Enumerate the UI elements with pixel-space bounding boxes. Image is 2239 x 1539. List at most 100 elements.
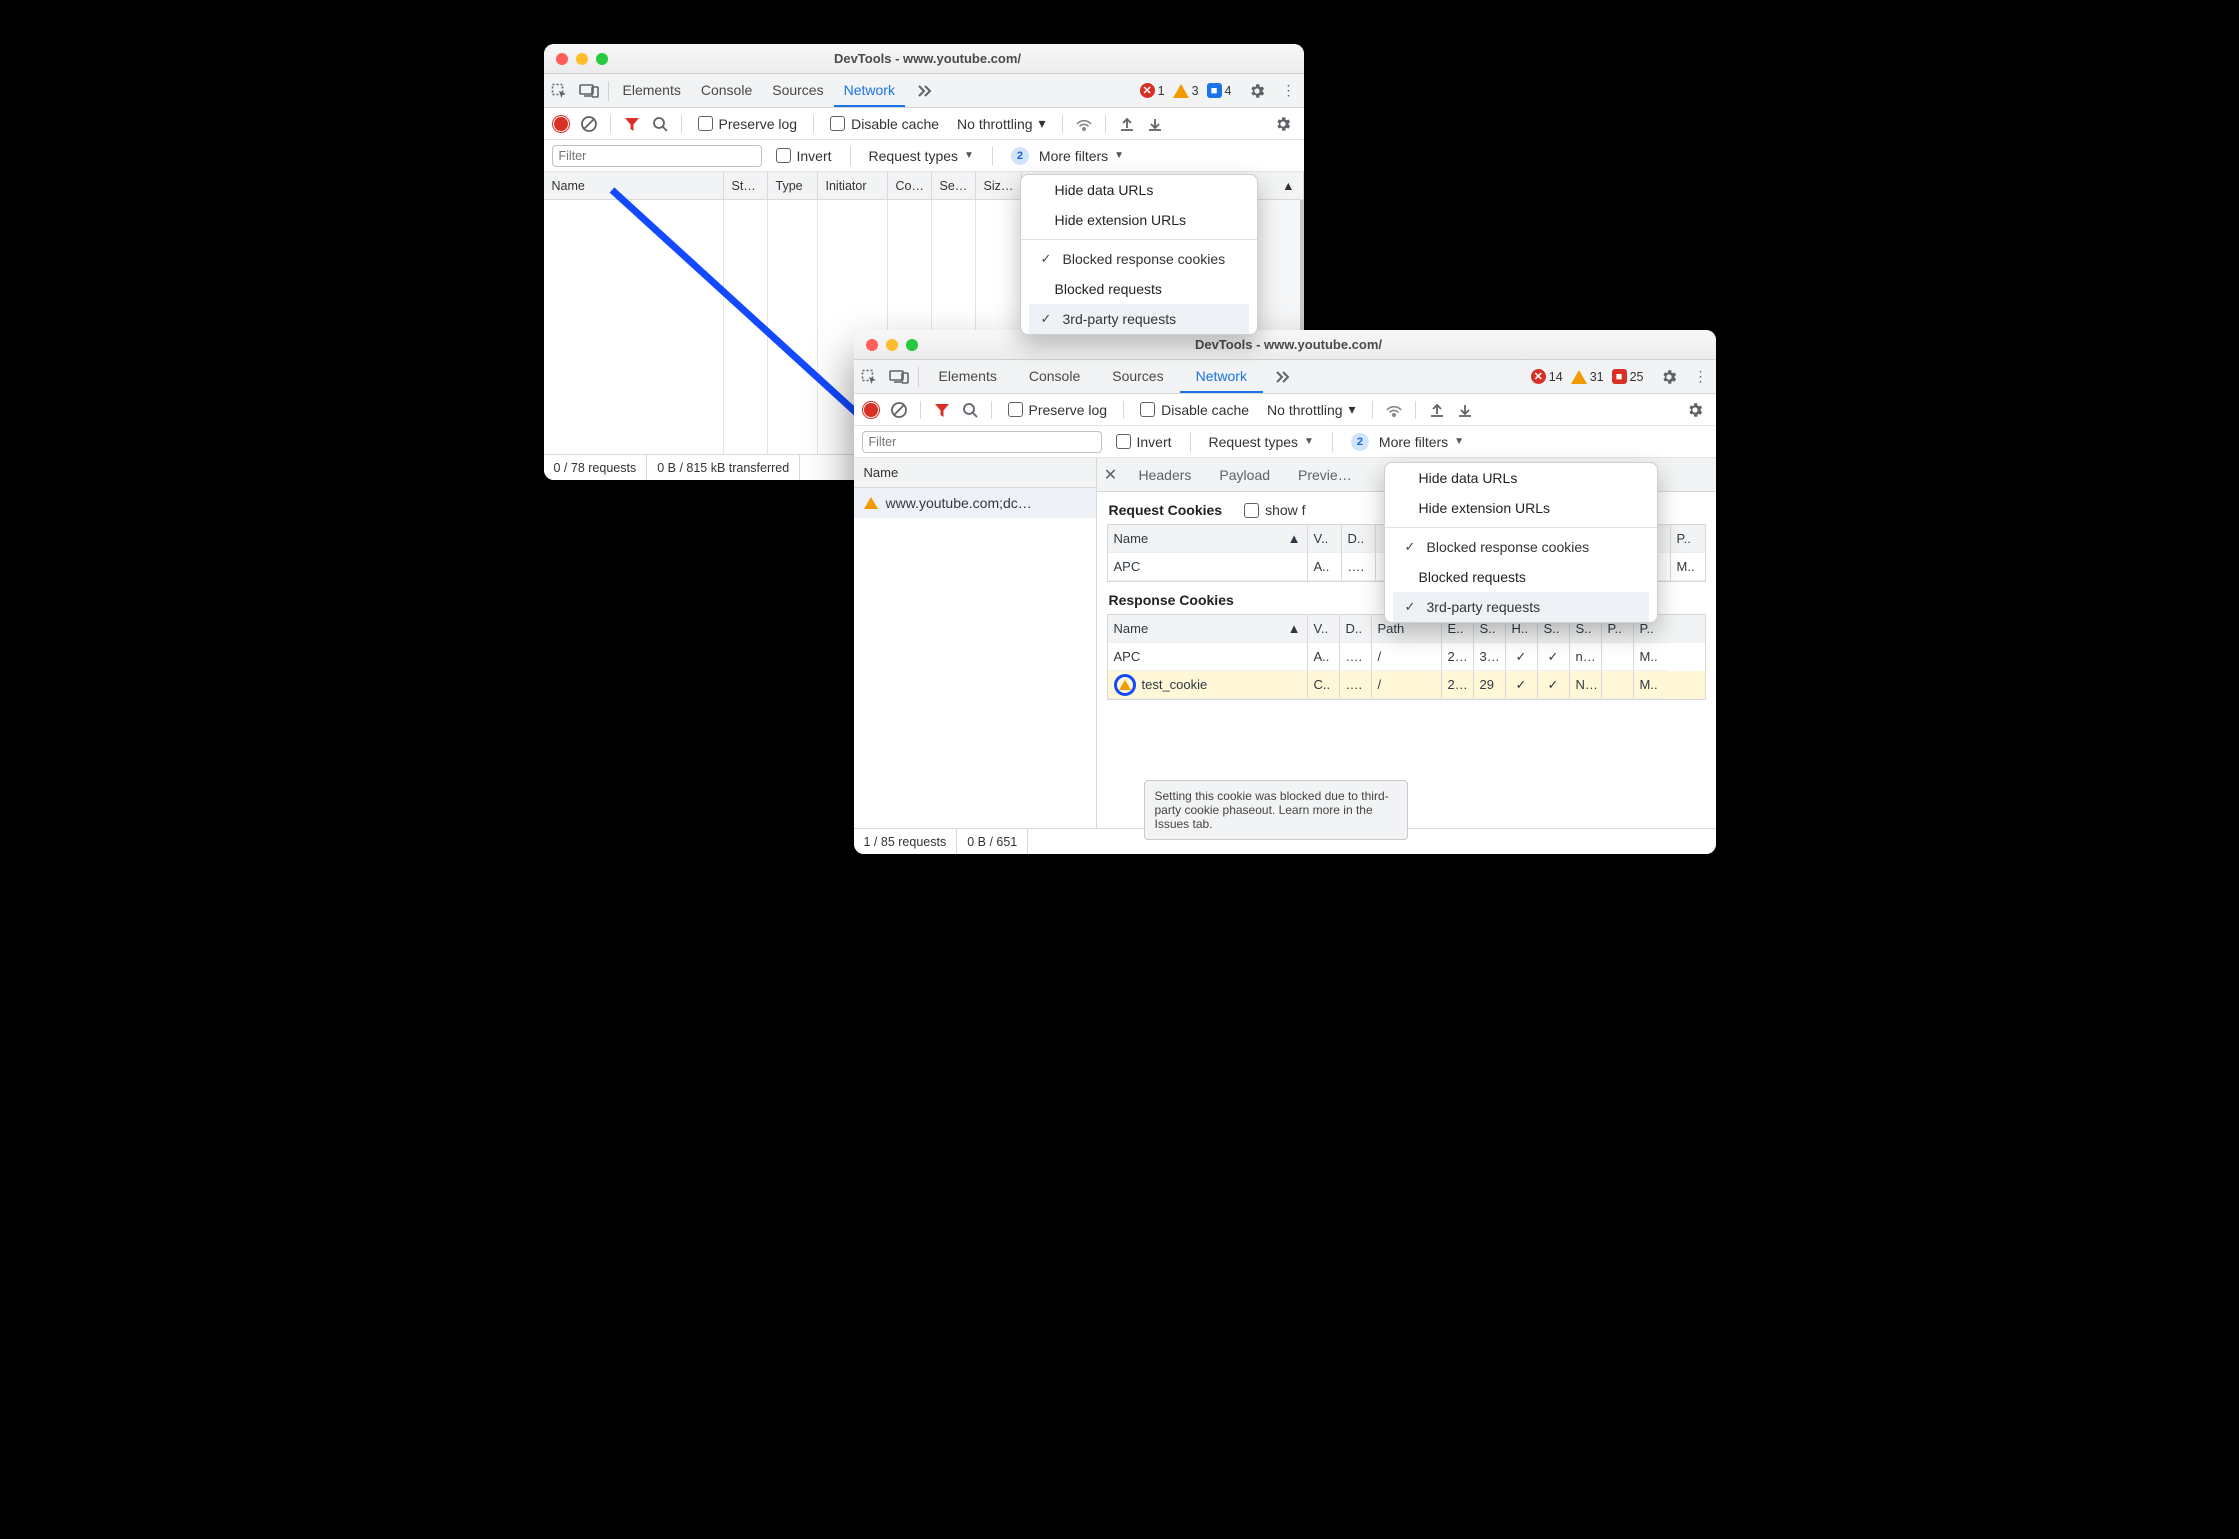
tab-preview[interactable]: Previe… xyxy=(1284,458,1366,491)
table-row-blocked[interactable]: test_cookie C.. …. / 2… 29 ✓ ✓ N… M.. xyxy=(1108,671,1705,699)
tab-network[interactable]: Network xyxy=(1180,360,1263,393)
inspect-icon[interactable] xyxy=(544,74,574,107)
tab-elements[interactable]: Elements xyxy=(923,360,1013,393)
close-detail-icon[interactable]: ✕ xyxy=(1097,465,1125,485)
show-filtered[interactable]: show f xyxy=(1244,502,1305,518)
more-filters[interactable]: 2 More filters▼ xyxy=(1011,147,1124,165)
device-toolbar-icon[interactable] xyxy=(884,360,914,393)
tab-headers[interactable]: Headers xyxy=(1125,458,1206,491)
request-types[interactable]: Request types▼ xyxy=(869,148,974,164)
close-icon[interactable] xyxy=(556,53,568,65)
issues-info[interactable]: ■25 xyxy=(1612,369,1644,384)
invert[interactable]: Invert xyxy=(776,148,832,164)
cookie-blocked-tooltip: Setting this cookie was blocked due to t… xyxy=(1144,780,1408,840)
col-type[interactable]: Type xyxy=(768,172,818,199)
device-toolbar-icon[interactable] xyxy=(574,74,604,107)
preserve-log[interactable]: Preserve log xyxy=(1008,402,1108,418)
filterbar: Invert Request types▼ 2 More filters▼ xyxy=(854,426,1716,458)
menu-blocked-requests[interactable]: Blocked requests xyxy=(1385,562,1657,592)
invert[interactable]: Invert xyxy=(1116,434,1172,450)
record-button[interactable] xyxy=(548,111,574,137)
col-size[interactable]: Siz… xyxy=(976,172,1022,199)
request-types[interactable]: Request types▼ xyxy=(1209,434,1314,450)
menu-blocked-response-cookies[interactable]: Blocked response cookies xyxy=(1393,532,1649,562)
minimize-icon[interactable] xyxy=(886,339,898,351)
more-icon[interactable]: ⋮ xyxy=(1686,360,1716,393)
record-button[interactable] xyxy=(858,397,884,423)
request-row-label: www.youtube.com;dc… xyxy=(886,495,1032,511)
issues-info[interactable]: ■ 4 xyxy=(1207,83,1232,98)
menu-blocked-response-cookies[interactable]: Blocked response cookies xyxy=(1029,244,1249,274)
zoom-icon[interactable] xyxy=(906,339,918,351)
settings-icon[interactable] xyxy=(1240,74,1274,107)
clear-button[interactable] xyxy=(886,397,912,423)
filter-input-wrapper xyxy=(552,145,762,167)
col-status[interactable]: St… xyxy=(724,172,768,199)
more-icon[interactable]: ⋮ xyxy=(1274,74,1304,107)
col-se[interactable]: Se… xyxy=(932,172,976,199)
throttling[interactable]: No throttling▾ xyxy=(957,115,1046,132)
network-settings-icon[interactable] xyxy=(1266,115,1300,133)
status-requests: 0 / 78 requests xyxy=(544,455,648,480)
network-conditions-icon[interactable] xyxy=(1381,397,1407,423)
preserve-log[interactable]: Preserve log xyxy=(698,116,798,132)
search-icon[interactable] xyxy=(957,397,983,423)
network-settings-icon[interactable] xyxy=(1678,401,1712,419)
menu-blocked-requests[interactable]: Blocked requests xyxy=(1021,274,1257,304)
request-row[interactable]: www.youtube.com;dc… xyxy=(854,488,1096,518)
table-row[interactable]: APC A.. …. / 2… 3… ✓ ✓ n… M.. xyxy=(1108,643,1705,671)
col-name[interactable]: Name xyxy=(544,172,724,199)
tab-payload[interactable]: Payload xyxy=(1205,458,1284,491)
settings-icon[interactable] xyxy=(1652,360,1686,393)
status-requests: 1 / 85 requests xyxy=(854,829,958,854)
menu-hide-data-urls[interactable]: Hide data URLs xyxy=(1385,463,1657,493)
tab-console[interactable]: Console xyxy=(1013,360,1096,393)
clear-button[interactable] xyxy=(576,111,602,137)
filter-icon[interactable] xyxy=(929,397,955,423)
filter-input[interactable] xyxy=(552,145,762,167)
tab-overflow[interactable] xyxy=(1263,360,1301,393)
response-cookies-table: Name▲ V.. D.. Path E.. S.. H.. S.. S.. P… xyxy=(1107,614,1706,700)
menu-hide-data-urls[interactable]: Hide data URLs xyxy=(1021,175,1257,205)
menu-hide-ext-urls[interactable]: Hide extension URLs xyxy=(1021,205,1257,235)
issues-errors[interactable]: ✕ 1 xyxy=(1140,83,1165,98)
filter-icon[interactable] xyxy=(619,111,645,137)
tab-elements[interactable]: Elements xyxy=(613,74,691,107)
tab-overflow[interactable] xyxy=(905,74,943,107)
filter-input[interactable] xyxy=(862,431,1102,453)
col-initiator[interactable]: Initiator xyxy=(818,172,888,199)
issues-warnings[interactable]: 31 xyxy=(1571,370,1604,384)
more-filters-menu: Hide data URLs Hide extension URLs Block… xyxy=(1384,462,1658,623)
minimize-icon[interactable] xyxy=(576,53,588,65)
warning-icon xyxy=(1119,680,1131,690)
disable-cache[interactable]: Disable cache xyxy=(1140,402,1249,418)
upload-har-icon[interactable] xyxy=(1114,111,1140,137)
issues-warnings[interactable]: 3 xyxy=(1173,84,1199,98)
download-har-icon[interactable] xyxy=(1452,397,1478,423)
zoom-icon[interactable] xyxy=(596,53,608,65)
network-toolbar: Preserve log Disable cache No throttling… xyxy=(854,394,1716,426)
tab-console[interactable]: Console xyxy=(691,74,762,107)
issues-errors[interactable]: ✕14 xyxy=(1531,369,1563,384)
close-icon[interactable] xyxy=(866,339,878,351)
tab-sources[interactable]: Sources xyxy=(1096,360,1179,393)
search-icon[interactable] xyxy=(647,111,673,137)
disable-cache[interactable]: Disable cache xyxy=(830,116,939,132)
tab-network[interactable]: Network xyxy=(834,74,905,107)
window-title: DevTools - www.youtube.com/ xyxy=(608,51,1304,66)
titlebar: DevTools - www.youtube.com/ xyxy=(544,44,1304,74)
network-conditions-icon[interactable] xyxy=(1071,111,1097,137)
download-har-icon[interactable] xyxy=(1142,111,1168,137)
col-co[interactable]: Co… xyxy=(888,172,932,199)
more-filters-menu: Hide data URLs Hide extension URLs Block… xyxy=(1020,174,1258,335)
more-filters[interactable]: 2 More filters▼ xyxy=(1351,433,1464,451)
menu-hide-ext-urls[interactable]: Hide extension URLs xyxy=(1385,493,1657,523)
tab-sources[interactable]: Sources xyxy=(762,74,833,107)
inspect-icon[interactable] xyxy=(854,360,884,393)
menu-3rd-party-requests[interactable]: 3rd-party requests xyxy=(1029,304,1249,334)
upload-har-icon[interactable] xyxy=(1424,397,1450,423)
menu-3rd-party-requests[interactable]: 3rd-party requests xyxy=(1393,592,1649,622)
throttling[interactable]: No throttling▾ xyxy=(1267,401,1356,418)
filter-input-wrapper xyxy=(862,431,1102,453)
col-name[interactable]: Name xyxy=(854,458,1096,488)
